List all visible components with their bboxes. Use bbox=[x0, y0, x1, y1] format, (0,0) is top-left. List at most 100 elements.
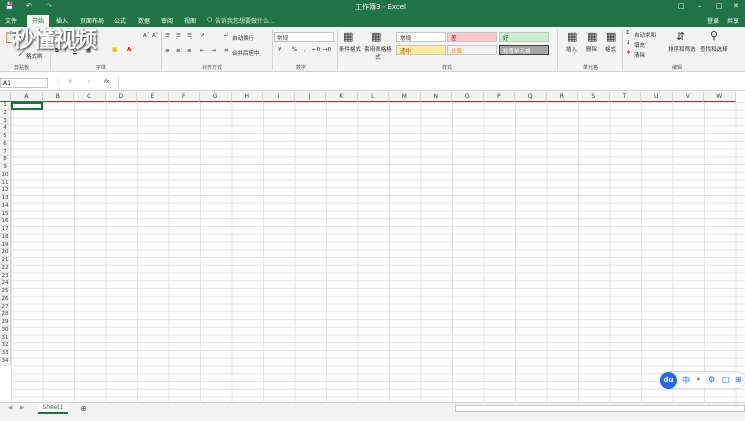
du-grid-icon[interactable]: ⊞ bbox=[735, 375, 742, 384]
maximize-icon[interactable]: □ bbox=[716, 2, 723, 10]
autosum-icon[interactable]: Σ bbox=[626, 30, 629, 36]
column-header[interactable]: F bbox=[168, 92, 200, 102]
wrap-text-icon[interactable]: ↵ bbox=[224, 33, 229, 39]
row-header[interactable]: 22 bbox=[0, 264, 11, 273]
column-header[interactable]: H bbox=[231, 92, 263, 102]
conditional-format-button[interactable]: 条件格式 bbox=[339, 45, 361, 53]
merge-center-icon[interactable]: ⇔ bbox=[224, 48, 229, 54]
column-header[interactable]: N bbox=[420, 92, 452, 102]
column-header[interactable]: Q bbox=[515, 92, 547, 102]
row-header[interactable]: 5 bbox=[0, 133, 11, 141]
autosum-button[interactable]: 自动求和 bbox=[634, 31, 656, 39]
ribbon-display-icon[interactable]: □ bbox=[678, 2, 685, 10]
select-all-corner[interactable] bbox=[0, 92, 11, 102]
redo-icon[interactable]: ↷ bbox=[46, 2, 52, 10]
style-calculation[interactable]: 计算 bbox=[447, 45, 497, 55]
style-good[interactable]: 好 bbox=[499, 32, 549, 42]
column-header[interactable]: T bbox=[609, 92, 641, 102]
table-format-button[interactable]: 套用表格格式 bbox=[364, 45, 392, 61]
row-header[interactable]: 30 bbox=[0, 326, 11, 335]
fill-button[interactable]: 填充 bbox=[634, 41, 645, 49]
align-left-icon[interactable]: ≡ bbox=[165, 48, 170, 54]
insert-cells-icon[interactable]: ▦ bbox=[567, 30, 577, 43]
row-header[interactable]: 34 bbox=[0, 357, 11, 366]
fill-icon[interactable]: ↓ bbox=[626, 40, 631, 46]
tab-review[interactable]: 审阅 bbox=[161, 16, 173, 25]
style-neutral[interactable]: 适中 bbox=[396, 45, 446, 55]
row-header[interactable]: 23 bbox=[0, 272, 11, 281]
row-header[interactable]: 17 bbox=[0, 226, 11, 234]
formula-bar-options-icon[interactable]: ⋮ bbox=[56, 79, 62, 85]
row-header[interactable]: 33 bbox=[0, 350, 11, 358]
clear-icon[interactable]: ♦ bbox=[626, 50, 631, 56]
enter-icon[interactable]: ✓ bbox=[87, 79, 92, 85]
row-header[interactable]: 14 bbox=[0, 202, 11, 211]
align-center-icon[interactable]: ≡ bbox=[176, 48, 181, 54]
delete-cells-button[interactable]: 删除 bbox=[586, 45, 597, 53]
style-check-cell[interactable]: 检查单元格 bbox=[499, 45, 549, 55]
percent-icon[interactable]: % bbox=[292, 47, 297, 53]
du-logo[interactable]: du bbox=[660, 372, 677, 389]
merge-center-button[interactable]: 合并后居中 bbox=[232, 49, 260, 57]
column-header[interactable]: I bbox=[263, 92, 295, 102]
row-header[interactable]: 4 bbox=[0, 125, 11, 133]
find-select-button[interactable]: 查找和选择 bbox=[700, 45, 728, 53]
row-header[interactable]: 9 bbox=[0, 164, 11, 172]
column-header[interactable]: R bbox=[546, 92, 578, 102]
align-right-icon[interactable]: ≡ bbox=[187, 48, 192, 54]
column-header[interactable]: C bbox=[74, 92, 106, 102]
column-header[interactable]: O bbox=[452, 92, 484, 102]
column-header[interactable]: K bbox=[326, 92, 358, 102]
row-header[interactable]: 24 bbox=[0, 280, 11, 288]
row-header[interactable]: 15 bbox=[0, 210, 11, 219]
column-header[interactable]: S bbox=[578, 92, 610, 102]
row-header[interactable]: 12 bbox=[0, 187, 11, 195]
increase-indent-icon[interactable]: ⇥ bbox=[211, 48, 216, 54]
decrease-indent-icon[interactable]: ⇤ bbox=[200, 48, 205, 54]
column-header[interactable]: E bbox=[137, 92, 169, 102]
row-header[interactable]: 7 bbox=[0, 148, 11, 157]
insert-function-button[interactable]: fx bbox=[104, 79, 109, 85]
undo-icon[interactable]: ↶ bbox=[26, 2, 32, 10]
sheet-tab-sheet1[interactable]: Sheet1 bbox=[38, 403, 68, 414]
du-settings-icon[interactable]: ⚙ bbox=[708, 375, 715, 384]
insert-cells-button[interactable]: 插入 bbox=[566, 45, 577, 53]
row-header[interactable]: 19 bbox=[0, 241, 11, 250]
orientation-icon[interactable]: ↗ bbox=[200, 33, 205, 39]
decrease-decimal-icon[interactable]: →0 bbox=[323, 47, 331, 53]
column-header[interactable]: D bbox=[105, 92, 137, 102]
row-header[interactable]: 21 bbox=[0, 257, 11, 265]
du-lang[interactable]: 中 bbox=[682, 375, 690, 386]
align-top-icon[interactable]: ☰ bbox=[165, 33, 170, 39]
prev-sheet-icon[interactable]: ◀ bbox=[8, 405, 12, 411]
sort-filter-button[interactable]: 排序和筛选 bbox=[668, 45, 696, 53]
style-bad[interactable]: 差 bbox=[447, 32, 497, 42]
cell-grid[interactable] bbox=[11, 102, 745, 402]
horizontal-scrollbar[interactable] bbox=[455, 405, 745, 412]
sort-filter-icon[interactable]: ⇵ bbox=[676, 30, 685, 43]
table-format-icon[interactable]: ▦ bbox=[371, 30, 381, 43]
align-bottom-icon[interactable]: ☰ bbox=[187, 33, 192, 39]
active-cell-a1[interactable] bbox=[11, 102, 43, 110]
column-header[interactable]: V bbox=[672, 92, 704, 102]
number-format-select[interactable]: 常规 bbox=[274, 32, 334, 42]
decrease-font-icon[interactable]: Aˇ bbox=[152, 33, 159, 39]
column-header[interactable]: J bbox=[294, 92, 326, 102]
column-header[interactable]: L bbox=[357, 92, 389, 102]
save-icon[interactable]: 💾 bbox=[5, 2, 14, 10]
increase-decimal-icon[interactable]: ←0 bbox=[312, 47, 320, 53]
clear-button[interactable]: 清除 bbox=[634, 51, 645, 59]
currency-icon[interactable]: ¥ bbox=[278, 47, 282, 53]
wrap-text-button[interactable]: 自动换行 bbox=[232, 34, 254, 42]
row-header[interactable]: 32 bbox=[0, 342, 11, 350]
tell-me-search[interactable]: 告诉我您想要做什么... bbox=[215, 16, 275, 25]
row-header[interactable]: 26 bbox=[0, 295, 11, 304]
row-header[interactable]: 16 bbox=[0, 218, 11, 226]
comma-icon[interactable]: , bbox=[304, 47, 306, 53]
next-sheet-icon[interactable]: ▶ bbox=[20, 405, 24, 411]
format-cells-icon[interactable]: ▦ bbox=[606, 30, 616, 43]
add-sheet-icon[interactable]: ⊕ bbox=[80, 404, 87, 413]
formula-input[interactable] bbox=[118, 77, 745, 89]
row-header[interactable]: 3 bbox=[0, 117, 11, 126]
tab-formulas[interactable]: 公式 bbox=[114, 16, 126, 25]
